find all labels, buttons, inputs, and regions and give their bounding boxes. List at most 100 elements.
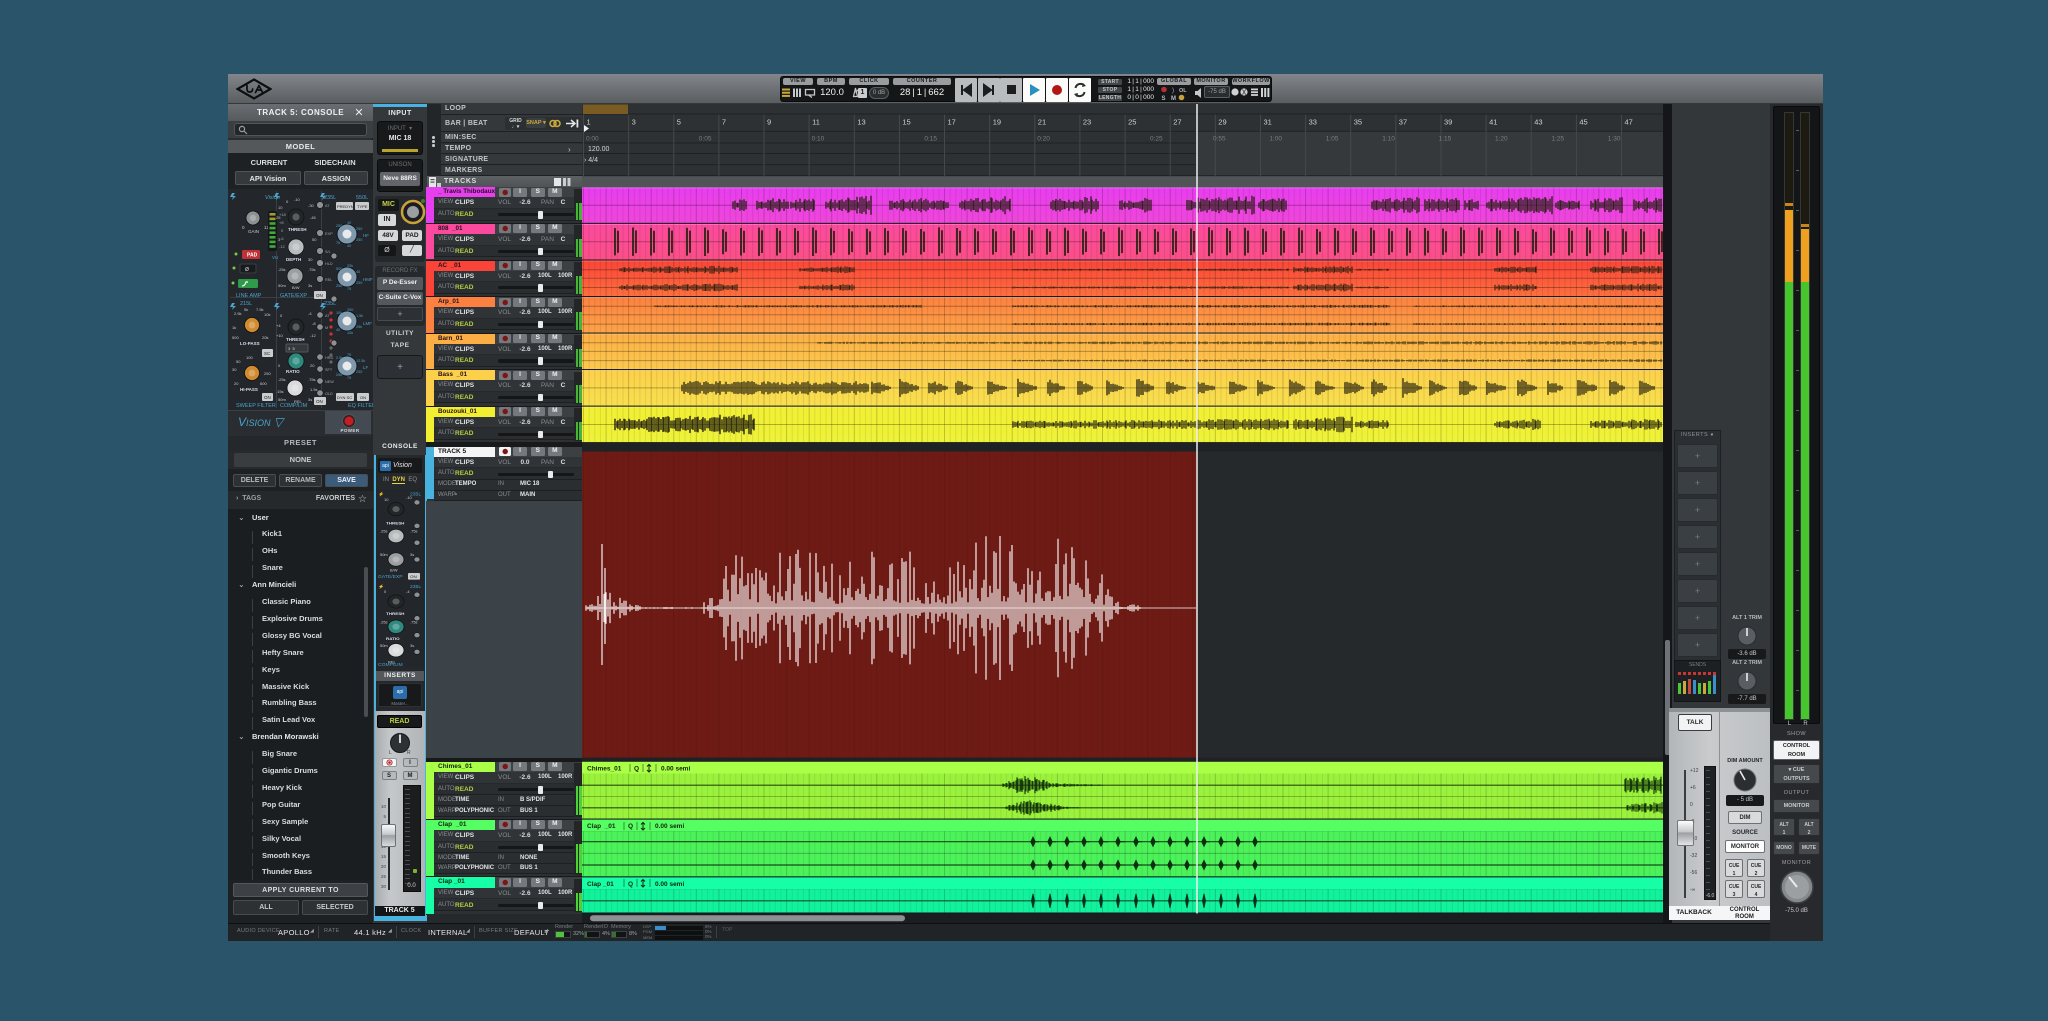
svg-text:GATE/EXP: GATE/EXP (378, 574, 403, 579)
svg-text:25k: 25k (356, 325, 362, 329)
svg-text:0: 0 (280, 313, 283, 318)
svg-text:SC: SC (264, 351, 271, 356)
svg-text:3 5: 3 5 (288, 346, 295, 351)
svg-text:35: 35 (1354, 118, 1362, 127)
svg-text:0.00 semi: 0.00 semi (661, 765, 690, 772)
svg-text:.15s: .15s (276, 389, 284, 394)
svg-text:7.5k: 7.5k (256, 307, 264, 312)
svg-text:250: 250 (356, 370, 362, 374)
svg-text:20: 20 (310, 363, 315, 368)
svg-text:0:55: 0:55 (1213, 136, 1226, 143)
svg-text:3s: 3s (308, 283, 312, 288)
svg-text:S: S (1162, 96, 1166, 101)
svg-text:0.00 semi: 0.00 semi (655, 823, 684, 830)
svg-text:-30: -30 (308, 203, 315, 208)
svg-text:HLD: HLD (325, 262, 333, 266)
svg-text:): ) (1172, 88, 1174, 94)
svg-text:25: 25 (276, 215, 281, 220)
svg-text:RATIO: RATIO (286, 369, 300, 374)
svg-text:ON: ON (410, 574, 417, 579)
svg-text:250: 250 (336, 224, 342, 228)
svg-text:LMF: LMF (363, 321, 372, 326)
svg-text:THRESH: THRESH (288, 227, 307, 232)
svg-text:2.5k: 2.5k (336, 356, 343, 360)
svg-text:50m: 50m (278, 283, 286, 288)
svg-text:AT: AT (325, 314, 330, 318)
svg-text:25: 25 (1128, 118, 1136, 127)
svg-text:47: 47 (1625, 118, 1633, 127)
svg-text:250: 250 (347, 308, 353, 312)
svg-text:10k: 10k (347, 331, 353, 335)
svg-text:DYN SC: DYN SC (337, 395, 352, 400)
svg-text:0.00 semi: 0.00 semi (655, 881, 684, 888)
svg-text:1:00: 1:00 (1269, 136, 1282, 143)
svg-text:11: 11 (812, 118, 820, 127)
svg-text:M: M (1171, 96, 1176, 101)
svg-text:EQ FILTER: EQ FILTER (348, 403, 373, 409)
svg-text:15: 15 (902, 118, 910, 127)
svg-text:31: 31 (1264, 118, 1272, 127)
svg-text:REL: REL (294, 399, 303, 404)
svg-text:.75s: .75s (410, 621, 418, 625)
svg-text:THRESH: THRESH (386, 611, 404, 616)
svg-text:.25s: .25s (380, 530, 388, 534)
svg-text:› 4/4: › 4/4 (584, 157, 598, 164)
svg-text:VU: VU (272, 255, 278, 260)
svg-text:500: 500 (232, 335, 239, 340)
svg-text:40: 40 (347, 221, 351, 225)
svg-text:75: 75 (336, 241, 340, 245)
svg-text:PAD: PAD (247, 253, 258, 259)
svg-text:19: 19 (993, 118, 1001, 127)
svg-text:OLD: OLD (325, 392, 333, 396)
svg-text:-10: -10 (406, 496, 412, 500)
svg-text:-12: -12 (310, 333, 317, 338)
svg-text:1:15: 1:15 (1439, 136, 1452, 143)
svg-text:LF: LF (363, 365, 369, 370)
svg-text:+4: +4 (276, 323, 281, 328)
svg-text:39: 39 (1444, 118, 1452, 127)
svg-text:HF: HF (363, 233, 369, 238)
svg-text:21: 21 (1038, 118, 1046, 127)
svg-text:12.5k: 12.5k (356, 359, 365, 363)
svg-text:37: 37 (1399, 118, 1407, 127)
svg-text:2.5k: 2.5k (234, 311, 242, 316)
svg-text:.75s: .75s (308, 377, 316, 382)
svg-text:3s: 3s (410, 644, 414, 648)
svg-text:17: 17 (948, 118, 956, 127)
svg-text:Q: Q (628, 881, 633, 888)
svg-text:20k: 20k (262, 335, 268, 340)
svg-text:10k: 10k (336, 311, 342, 315)
svg-text:DEPTH: DEPTH (286, 257, 301, 262)
svg-text:75: 75 (347, 287, 351, 291)
svg-text:33: 33 (1309, 118, 1317, 127)
svg-text:R: R (407, 750, 411, 756)
svg-text:7: 7 (722, 118, 726, 127)
svg-text:75: 75 (347, 353, 351, 357)
svg-text:EXP: EXP (325, 232, 333, 236)
svg-text:43: 43 (1534, 118, 1542, 127)
svg-text:0:25: 0:25 (1150, 136, 1163, 143)
svg-text:RATIO: RATIO (386, 636, 400, 641)
svg-text:3s: 3s (308, 397, 312, 402)
svg-text:HI-PASS: HI-PASS (240, 387, 258, 392)
svg-text:1.5s: 1.5s (310, 387, 318, 392)
svg-text:0: 0 (278, 363, 281, 368)
svg-text:550L: 550L (356, 195, 368, 201)
svg-text:Chimes_01: Chimes_01 (587, 765, 622, 772)
svg-text:5k: 5k (244, 307, 248, 312)
svg-text:30: 30 (308, 257, 313, 262)
svg-text:250: 250 (356, 227, 362, 231)
svg-text:B/W: B/W (390, 569, 398, 573)
svg-text:3s: 3s (410, 553, 414, 557)
svg-text:ON: ON (360, 395, 366, 400)
svg-text:-10: -10 (294, 197, 301, 202)
svg-text:41: 41 (1489, 118, 1497, 127)
svg-text:13: 13 (857, 118, 865, 127)
svg-text:250: 250 (264, 371, 271, 376)
svg-text:HMF: HMF (363, 277, 373, 282)
svg-text:HRD: HRD (325, 356, 333, 360)
svg-text:GAIN: GAIN (248, 229, 259, 234)
svg-text:0:15: 0:15 (924, 136, 937, 143)
svg-text:REL: REL (325, 278, 332, 282)
svg-text:10: 10 (384, 498, 388, 502)
